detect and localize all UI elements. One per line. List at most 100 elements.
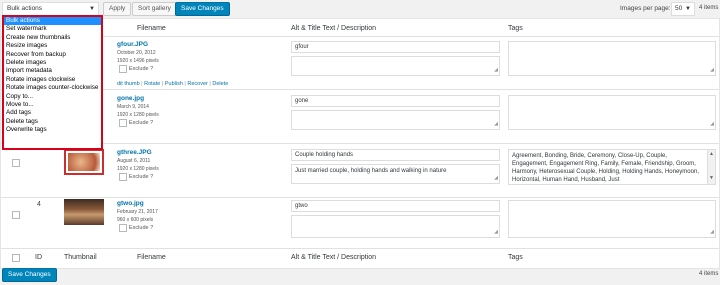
save-changes-button-top[interactable]: Save Changes — [175, 2, 230, 16]
gallery-table: Filename Alt & Title Text / Description … — [0, 18, 720, 269]
file-dimensions: 1920 x 1280 pixels — [117, 112, 159, 118]
bulk-option-import-metadata[interactable]: Import metadata — [4, 67, 101, 75]
bulk-option-recover-backup[interactable]: Recover from backup — [4, 51, 101, 59]
bulk-actions-select[interactable]: Bulk actions ▼ — [2, 2, 99, 16]
item-count-top: 4 items — [699, 5, 719, 11]
bulk-option-rotate-cw[interactable]: Rotate images clockwise — [4, 76, 101, 84]
column-footer-filename: Filename — [137, 254, 166, 261]
images-per-page-value: 50 — [675, 5, 683, 12]
bulk-actions-value: Bulk actions — [7, 5, 43, 12]
divider — [1, 248, 719, 249]
bulk-option-bulk-actions[interactable]: Bulk actions — [4, 17, 101, 26]
exclude-checkbox[interactable] — [119, 173, 127, 181]
exclude-checkbox[interactable] — [119, 119, 127, 127]
separator: | — [161, 81, 164, 87]
file-date: March 9, 2014 — [117, 104, 149, 110]
filename-link[interactable]: gthree.JPG — [117, 149, 152, 156]
resize-handle-icon[interactable]: ◢ — [494, 228, 498, 236]
thumbnail-image[interactable] — [64, 149, 104, 175]
filename-link[interactable]: gone.jpg — [117, 95, 144, 102]
bulk-option-copy-to[interactable]: Copy to... — [4, 93, 101, 101]
separator: | — [184, 81, 186, 87]
divider — [1, 36, 719, 37]
bulk-option-create-thumbnails[interactable]: Create new thumbnails — [4, 34, 101, 42]
column-footer-id: ID — [35, 254, 42, 261]
tags-text: Agreement, Bonding, Bride, Ceremony, Clo… — [512, 153, 699, 183]
images-per-page-select[interactable]: 50 ▼ — [671, 2, 695, 16]
bulk-option-move-to[interactable]: Move to... — [4, 101, 101, 109]
file-dimensions: 1920 x 1280 pixels — [117, 166, 159, 172]
alt-text-input[interactable]: gone — [291, 95, 500, 107]
description-textarea[interactable]: ◢ — [291, 215, 500, 238]
scrollbar[interactable]: ▲ ▼ — [707, 150, 715, 184]
exclude-checkbox[interactable] — [119, 65, 127, 73]
separator: | — [209, 81, 211, 87]
bulk-option-set-watermark[interactable]: Set watermark — [4, 25, 101, 33]
exclude-label: Exclude ? — [129, 66, 154, 72]
exclude-label: Exclude ? — [129, 174, 154, 180]
delete-link[interactable]: Delete — [212, 81, 228, 87]
publish-link[interactable]: Publish — [165, 81, 183, 87]
bulk-option-delete-images[interactable]: Delete images — [4, 59, 101, 67]
thumbnail-image[interactable] — [64, 199, 104, 225]
filename-link[interactable]: gfour.JPG — [117, 41, 148, 48]
description-textarea[interactable]: Just married couple, holding hands and w… — [291, 164, 500, 184]
file-date: August 6, 2011 — [117, 158, 151, 164]
chevron-down-icon: ▼ — [89, 6, 95, 12]
images-per-page-label: Images per page: — [620, 5, 671, 12]
recover-link[interactable]: Recover — [187, 81, 207, 87]
description-textarea[interactable]: ◢ — [291, 56, 500, 76]
exclude-checkbox[interactable] — [119, 224, 127, 232]
file-date: October 20, 2012 — [117, 50, 156, 56]
rotate-link[interactable]: Rotate — [144, 81, 160, 87]
image-id: 4 — [37, 201, 41, 208]
select-all-checkbox-bottom[interactable] — [12, 254, 20, 262]
column-footer-tags: Tags — [508, 254, 523, 261]
exclude-label: Exclude ? — [129, 225, 154, 231]
chevron-down-icon: ▼ — [685, 6, 691, 12]
tags-textarea[interactable]: ◢ — [508, 95, 716, 130]
alt-text-input[interactable]: gfour — [291, 41, 500, 53]
bulk-actions-dropdown: Bulk actions Set watermark Create new th… — [2, 15, 103, 150]
alt-text-input[interactable]: gtwo — [291, 200, 500, 212]
divider — [1, 143, 719, 144]
row-actions: dit thumb | Rotate | Publish | Recover |… — [117, 81, 228, 87]
description-textarea[interactable]: ◢ — [291, 110, 500, 130]
bulk-option-resize-images[interactable]: Resize images — [4, 42, 101, 50]
resize-handle-icon[interactable]: ◢ — [710, 228, 714, 236]
row-checkbox[interactable] — [12, 211, 20, 219]
item-count-bottom: 4 items — [699, 271, 719, 277]
tags-textarea[interactable]: ◢ — [508, 41, 716, 76]
bulk-option-delete-tags[interactable]: Delete tags — [4, 118, 101, 126]
filename-link[interactable]: gtwo.jpg — [117, 200, 144, 207]
exclude-label: Exclude ? — [129, 120, 154, 126]
column-footer-alt-desc: Alt & Title Text / Description — [291, 254, 377, 261]
resize-handle-icon[interactable]: ◢ — [710, 66, 714, 74]
resize-handle-icon[interactable]: ◢ — [494, 174, 498, 182]
bulk-option-rotate-ccw[interactable]: Rotate images counter-clockwise — [4, 84, 101, 92]
save-changes-button-bottom[interactable]: Save Changes — [2, 268, 57, 282]
bulk-option-overwrite-tags[interactable]: Overwrite tags — [4, 126, 101, 134]
divider — [1, 197, 719, 198]
file-dimensions: 1920 x 1496 pixels — [117, 58, 159, 64]
separator: | — [141, 81, 143, 87]
file-date: February 21, 2017 — [117, 209, 158, 215]
resize-handle-icon[interactable]: ◢ — [494, 66, 498, 74]
resize-handle-icon[interactable]: ◢ — [710, 120, 714, 128]
apply-button[interactable]: Apply — [103, 2, 132, 16]
tags-textarea[interactable]: Agreement, Bonding, Bride, Ceremony, Clo… — [508, 149, 716, 185]
sort-gallery-button[interactable]: Sort gallery — [132, 2, 177, 16]
divider — [1, 89, 719, 90]
bulk-option-add-tags[interactable]: Add tags — [4, 109, 101, 117]
column-header-tags: Tags — [508, 25, 523, 32]
column-header-alt-desc: Alt & Title Text / Description — [291, 25, 377, 32]
tags-textarea[interactable]: ◢ — [508, 200, 716, 238]
description-text: Just married couple, holding hands and w… — [295, 168, 447, 174]
column-header-filename: Filename — [137, 25, 166, 32]
row-checkbox[interactable] — [12, 159, 20, 167]
column-footer-thumbnail: Thumbnail — [64, 254, 97, 261]
edit-thumb-link[interactable]: dit thumb — [117, 81, 140, 87]
resize-handle-icon[interactable]: ◢ — [494, 120, 498, 128]
alt-text-input[interactable]: Couple holding hands — [291, 149, 500, 161]
file-dimensions: 960 x 600 pixels — [117, 217, 154, 223]
